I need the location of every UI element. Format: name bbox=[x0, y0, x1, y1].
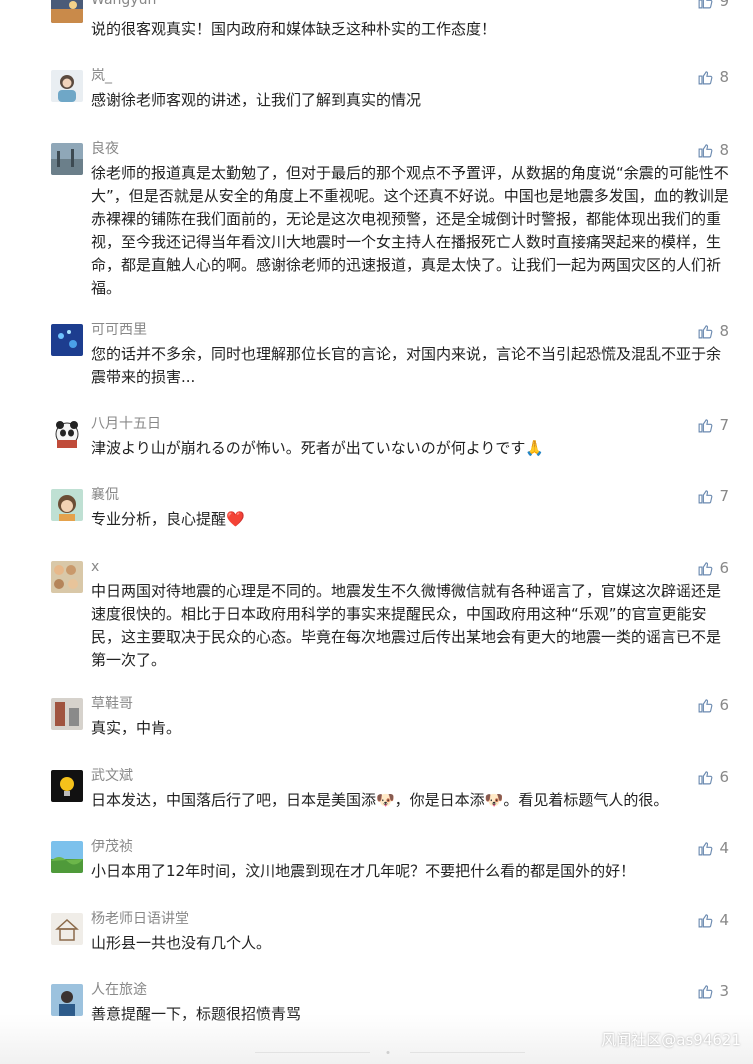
commenter-name[interactable]: 人在旅途 bbox=[91, 980, 147, 1000]
avatar[interactable] bbox=[51, 770, 83, 802]
thumbs-up-icon bbox=[699, 0, 713, 8]
thumbs-up-icon bbox=[699, 143, 713, 157]
thumbs-up-icon bbox=[699, 418, 713, 432]
avatar[interactable] bbox=[51, 70, 83, 102]
avatar[interactable] bbox=[51, 489, 83, 521]
like-count: 8 bbox=[719, 141, 729, 159]
thumbs-up-icon bbox=[699, 841, 713, 855]
thumbs-up-icon bbox=[699, 698, 713, 712]
like-count: 6 bbox=[719, 559, 729, 577]
avatar[interactable] bbox=[51, 143, 83, 175]
comment-text: 日本发达，中国落后行了吧，日本是美国添🐶，你是日本添🐶。看见着标题气人的很。 bbox=[91, 791, 669, 809]
commenter-name[interactable]: 岚_ bbox=[91, 66, 112, 86]
avatar[interactable] bbox=[51, 841, 83, 873]
comments-page: Wangyun 9 说的很客观真实！国内政府和媒体缺乏这种朴实的工作态度！ 岚_… bbox=[0, 0, 753, 1064]
avatar[interactable] bbox=[51, 698, 83, 730]
comment-text: 津波より山が崩れるのが怖い。死者が出ていないのが何よりです🙏 bbox=[91, 439, 545, 457]
like-count: 8 bbox=[719, 68, 729, 86]
like-count: 4 bbox=[719, 911, 729, 929]
like-button[interactable]: 8 bbox=[697, 139, 729, 161]
comment-text: 您的话并不多余，同时也理解那位长官的言论，对国内来说，言论不当引起恐慌及混乱不亚… bbox=[91, 345, 722, 386]
comment-text: 专业分析，良心提醒❤️ bbox=[91, 510, 245, 528]
comment-text: 小日本用了12年时间，汶川地震到现在才几年呢？不要把什么看的都是国外的好！ bbox=[91, 862, 636, 880]
commenter-name[interactable]: 襄侃 bbox=[91, 485, 119, 505]
avatar[interactable] bbox=[51, 984, 83, 1016]
scroll-indicator bbox=[255, 1051, 525, 1054]
like-button[interactable]: 9 bbox=[697, 0, 729, 12]
avatar[interactable] bbox=[51, 561, 83, 593]
like-count: 9 bbox=[719, 0, 729, 10]
like-button[interactable]: 7 bbox=[697, 485, 729, 507]
like-count: 7 bbox=[719, 416, 729, 434]
thumbs-up-icon bbox=[699, 913, 713, 927]
comment-text: 徐老师的报道真是太勤勉了，但对于最后的那个观点不予置评，从数据的角度说“余震的可… bbox=[91, 164, 729, 297]
comment-text: 说的很客观真实！国内政府和媒体缺乏这种朴实的工作态度！ bbox=[91, 20, 497, 38]
like-button[interactable]: 3 bbox=[697, 980, 729, 1002]
like-button[interactable]: 8 bbox=[697, 320, 729, 342]
like-button[interactable]: 6 bbox=[697, 766, 729, 788]
commenter-name[interactable]: 武文斌 bbox=[91, 766, 133, 786]
like-button[interactable]: 4 bbox=[697, 909, 729, 931]
like-button[interactable]: 8 bbox=[697, 66, 729, 88]
like-count: 6 bbox=[719, 696, 729, 714]
avatar[interactable] bbox=[51, 913, 83, 945]
thumbs-up-icon bbox=[699, 70, 713, 84]
like-button[interactable]: 6 bbox=[697, 557, 729, 579]
thumbs-up-icon bbox=[699, 984, 713, 998]
like-count: 8 bbox=[719, 322, 729, 340]
comment-text: 山形县一共也没有几个人。 bbox=[91, 934, 272, 952]
like-count: 4 bbox=[719, 839, 729, 857]
like-button[interactable]: 7 bbox=[697, 414, 729, 436]
like-count: 7 bbox=[719, 487, 729, 505]
avatar[interactable] bbox=[51, 324, 83, 356]
thumbs-up-icon bbox=[699, 770, 713, 784]
comment-text: 真实，中肯。 bbox=[91, 719, 182, 737]
commenter-name[interactable]: 杨老师日语讲堂 bbox=[91, 909, 189, 929]
thumbs-up-icon bbox=[699, 489, 713, 503]
like-button[interactable]: 6 bbox=[697, 694, 729, 716]
commenter-name[interactable]: 伊茂祯 bbox=[91, 837, 133, 857]
like-count: 6 bbox=[719, 768, 729, 786]
commenter-name[interactable]: Wangyun bbox=[91, 0, 156, 10]
commenter-name[interactable]: x bbox=[91, 557, 99, 577]
watermark: 风闻社区@as94621 bbox=[601, 1031, 741, 1049]
avatar[interactable] bbox=[51, 418, 83, 450]
like-button[interactable]: 4 bbox=[697, 837, 729, 859]
commenter-name[interactable]: 八月十五日 bbox=[91, 414, 161, 434]
commenter-name[interactable]: 可可西里 bbox=[91, 320, 147, 340]
like-count: 3 bbox=[719, 982, 729, 1000]
comment-text: 感谢徐老师客观的讲述，让我们了解到真实的情况 bbox=[91, 91, 422, 109]
commenter-name[interactable]: 良夜 bbox=[91, 139, 119, 159]
commenter-name[interactable]: 草鞋哥 bbox=[91, 694, 133, 714]
thumbs-up-icon bbox=[699, 324, 713, 338]
avatar[interactable] bbox=[51, 0, 83, 23]
comment-text: 中日两国对待地震的心理是不同的。地震发生不久微博微信就有各种谣言了，官媒这次辟谣… bbox=[91, 582, 722, 669]
thumbs-up-icon bbox=[699, 561, 713, 575]
